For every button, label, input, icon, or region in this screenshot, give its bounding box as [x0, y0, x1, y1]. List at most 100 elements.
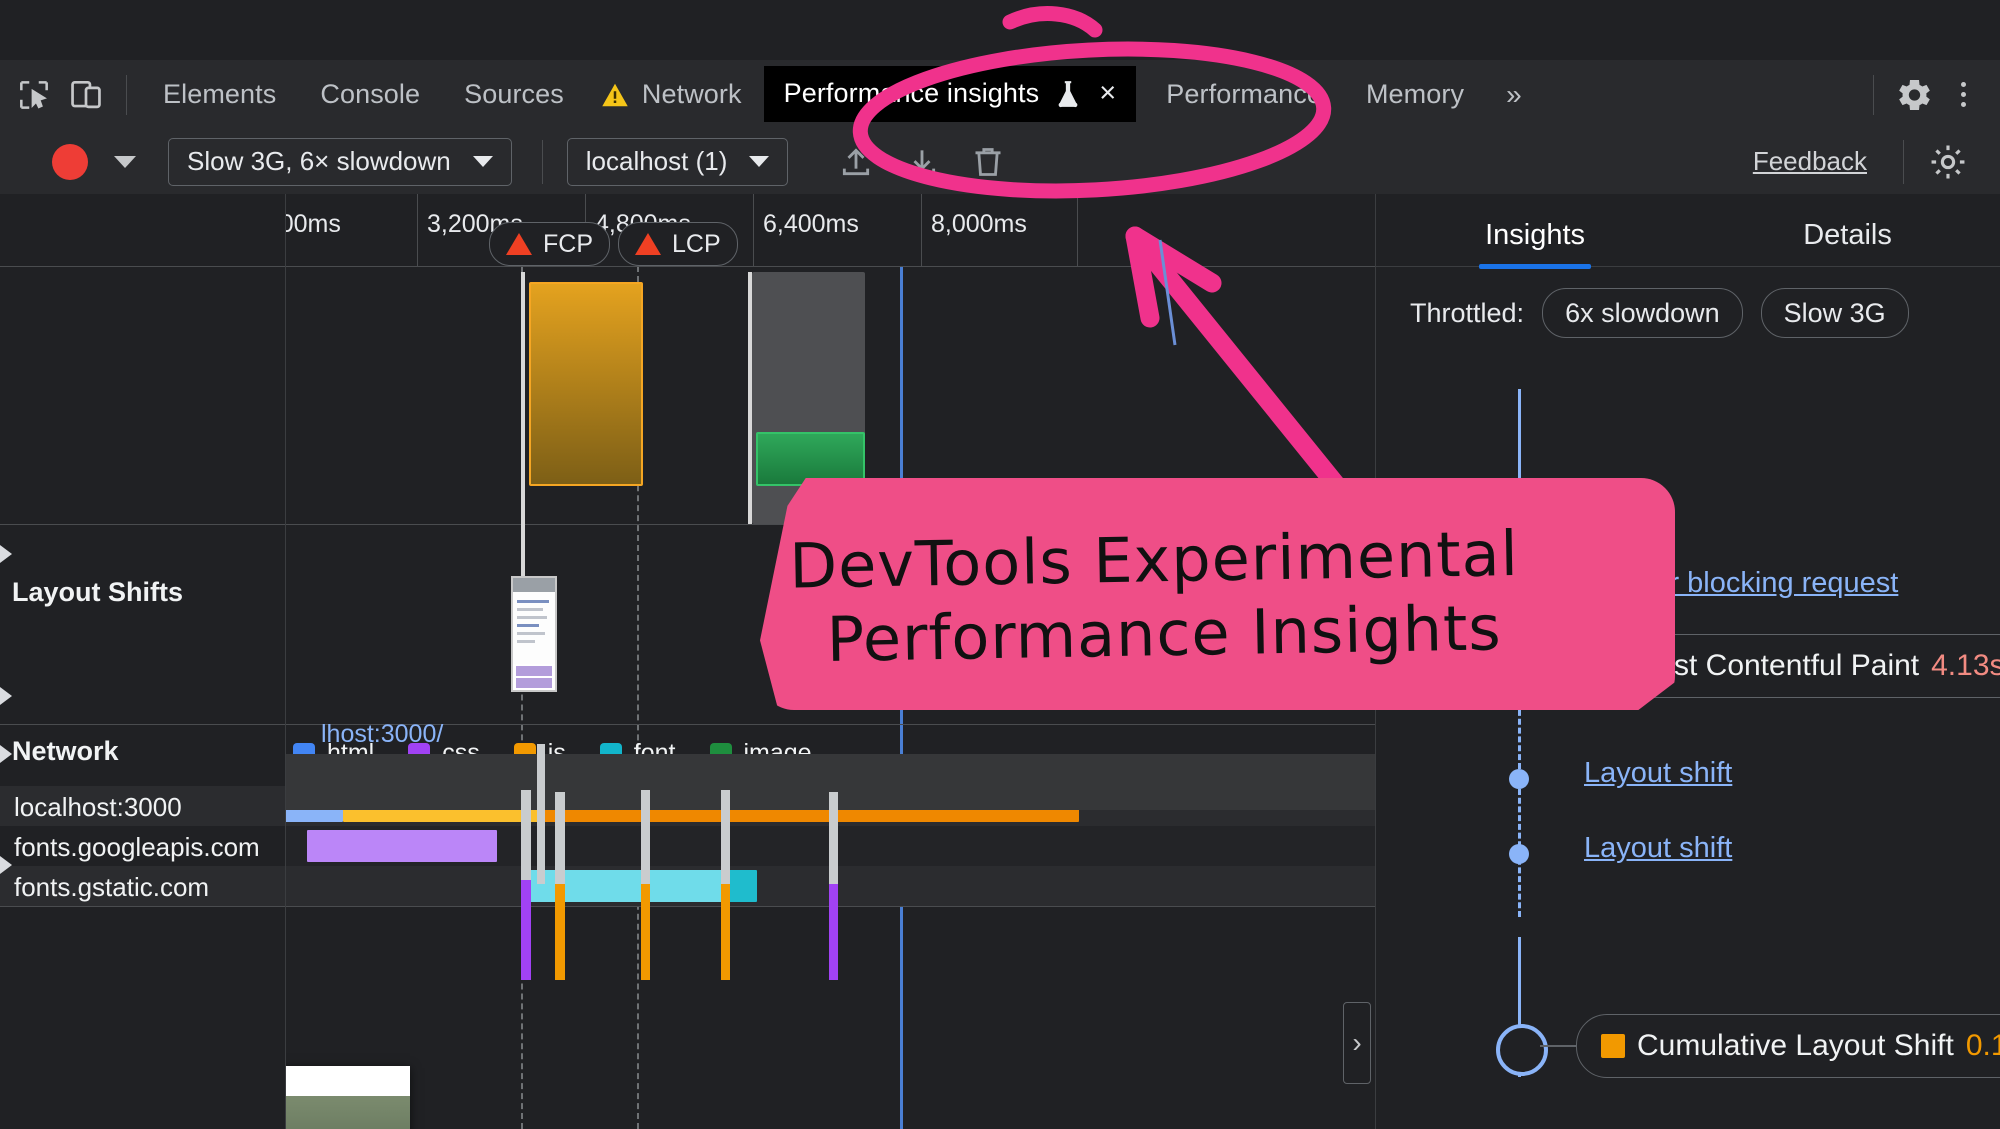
- main-thread-task[interactable]: [537, 744, 545, 884]
- trash-icon[interactable]: [962, 136, 1014, 188]
- insight-link-layout-shift-2[interactable]: Layout shift: [1584, 832, 1732, 865]
- cpu-throttle-chip[interactable]: 6x slowdown: [1542, 288, 1743, 338]
- upload-icon[interactable]: [830, 136, 882, 188]
- main-thread-task-fill[interactable]: [641, 884, 650, 980]
- tab-console[interactable]: Console: [298, 60, 442, 129]
- chevron-down-icon: [472, 156, 493, 167]
- filmstrip-thumbnail[interactable]: [511, 576, 557, 692]
- device-toolbar-icon[interactable]: [60, 69, 112, 121]
- network-bar-font[interactable]: [521, 870, 727, 902]
- main-thread-task[interactable]: [521, 790, 531, 880]
- main-thread-task-fill[interactable]: [721, 884, 730, 980]
- track-divider: [285, 266, 1375, 267]
- network-row[interactable]: localhost:3000: [0, 786, 285, 826]
- time-tick-label: 6,400ms: [763, 210, 859, 238]
- track-label-network[interactable]: Network: [12, 736, 119, 767]
- tab-label: Performance insights: [783, 78, 1040, 108]
- toolbar-divider: [1903, 139, 1904, 184]
- throttling-select[interactable]: Slow 3G, 6× slowdown: [168, 137, 512, 186]
- tab-label: Sources: [464, 79, 564, 109]
- thumbnail-line: [517, 608, 543, 611]
- time-tick: [753, 194, 754, 266]
- thumbnail-band: [516, 666, 552, 676]
- tab-label: Elements: [163, 79, 277, 109]
- time-tick: [417, 194, 418, 266]
- insight-pill-cumulative-layout-shift[interactable]: Cumulative Layout Shift 0.188: [1576, 1014, 2000, 1078]
- devtools-tab-strip: Elements Console Sources Network Perform…: [0, 60, 2000, 130]
- main-thread-task-fill[interactable]: [555, 884, 565, 980]
- timing-marker-label: LCP: [672, 229, 721, 258]
- throttled-label: Throttled:: [1410, 297, 1525, 328]
- performance-insights-toolbar: Slow 3G, 6× slowdown localhost (1) Feedb…: [0, 129, 2000, 195]
- window-chrome-filler: [0, 0, 2000, 60]
- network-row[interactable]: fonts.googleapis.com: [0, 826, 285, 866]
- more-tabs-chevron-icon[interactable]: »: [1486, 60, 1542, 129]
- time-tick: [1077, 194, 1078, 266]
- timeline-node-major: [1496, 1024, 1548, 1076]
- network-throttle-chip[interactable]: Slow 3G: [1760, 288, 1909, 338]
- thumbnail-band: [516, 678, 552, 688]
- main-thread-task[interactable]: [641, 790, 650, 884]
- inspect-element-icon[interactable]: [8, 69, 60, 121]
- time-ruler[interactable]: 1,600ms 3,200ms 4,800ms 6,400ms 8,000ms …: [235, 194, 1375, 267]
- toolbar-divider: [1873, 74, 1874, 115]
- warning-icon: [600, 80, 630, 110]
- tab-performance[interactable]: Performance: [1144, 60, 1344, 129]
- cls-square-icon: [1601, 1034, 1625, 1058]
- layout-shift-block[interactable]: [529, 282, 643, 486]
- tab-label: Console: [320, 79, 421, 109]
- sidebar-tab-insights[interactable]: Insights: [1479, 219, 1591, 269]
- main-thread-task-fill[interactable]: [521, 880, 531, 980]
- chevron-down-icon: [749, 156, 770, 167]
- download-icon[interactable]: [896, 136, 948, 188]
- tab-close-icon[interactable]: ×: [1099, 79, 1116, 108]
- tab-elements[interactable]: Elements: [141, 60, 298, 129]
- layout-shift-block-green[interactable]: [756, 432, 865, 486]
- feedback-link[interactable]: Feedback: [1753, 146, 1867, 177]
- throttling-select-value: Slow 3G, 6× slowdown: [187, 146, 451, 176]
- filmstrip-connector: [521, 524, 525, 576]
- main-thread-task[interactable]: [829, 792, 838, 884]
- tab-label: Performance: [1166, 79, 1322, 109]
- target-page-select[interactable]: localhost (1): [566, 137, 789, 186]
- expand-arrow-icon[interactable]: [0, 856, 12, 874]
- main-thread-task[interactable]: [721, 790, 730, 884]
- annotation-line-2: Performance Insights: [826, 590, 1503, 676]
- tab-label: Network: [641, 79, 742, 109]
- track-label-layout-shifts[interactable]: Layout Shifts: [12, 577, 183, 608]
- tab-label: Memory: [1365, 79, 1465, 109]
- expand-arrow-icon[interactable]: [0, 687, 12, 705]
- main-thread-task-fill[interactable]: [829, 884, 838, 980]
- timing-marker-fcp[interactable]: FCP: [489, 222, 610, 266]
- timing-marker-label: FCP: [543, 229, 593, 258]
- toolbar-right-actions: Feedback: [1753, 136, 2000, 188]
- record-button[interactable]: [52, 143, 88, 180]
- timeline-node: [1509, 769, 1529, 789]
- tab-strip-right-actions: [1859, 60, 2000, 129]
- tab-performance-insights[interactable]: Performance insights ×: [763, 65, 1137, 122]
- network-bar-css[interactable]: [307, 830, 497, 862]
- network-bar-font-tail[interactable]: [727, 870, 757, 902]
- sidebar-tab-details[interactable]: Details: [1803, 219, 1892, 266]
- insight-link-layout-shift-1[interactable]: Layout shift: [1584, 757, 1732, 790]
- track-label-gutter: Layout Shifts Network localhost:3000 fon…: [0, 194, 286, 1129]
- scroll-right-button[interactable]: ›: [1343, 1002, 1371, 1084]
- record-options-chevron-down-icon[interactable]: [114, 155, 136, 168]
- kebab-menu-icon[interactable]: [1940, 69, 1986, 121]
- gear-icon[interactable]: [1922, 136, 1974, 188]
- main-thread-url-label[interactable]: lhost:3000/: [321, 720, 443, 749]
- track-divider: [0, 724, 285, 725]
- network-row[interactable]: fonts.gstatic.com: [0, 866, 285, 906]
- expand-arrow-icon[interactable]: [0, 545, 12, 563]
- experiment-flask-icon: [1055, 79, 1081, 109]
- timing-marker-lcp[interactable]: LCP: [618, 222, 738, 266]
- gear-icon[interactable]: [1888, 69, 1940, 121]
- tab-sources[interactable]: Sources: [442, 60, 586, 129]
- toolbar-divider: [541, 139, 543, 184]
- tab-memory[interactable]: Memory: [1344, 60, 1486, 129]
- expand-arrow-icon[interactable]: [0, 745, 12, 763]
- main-thread-task[interactable]: [555, 792, 565, 884]
- tab-network[interactable]: Network: [586, 60, 764, 129]
- track-divider: [0, 906, 285, 907]
- thumbnail-line: [517, 624, 539, 627]
